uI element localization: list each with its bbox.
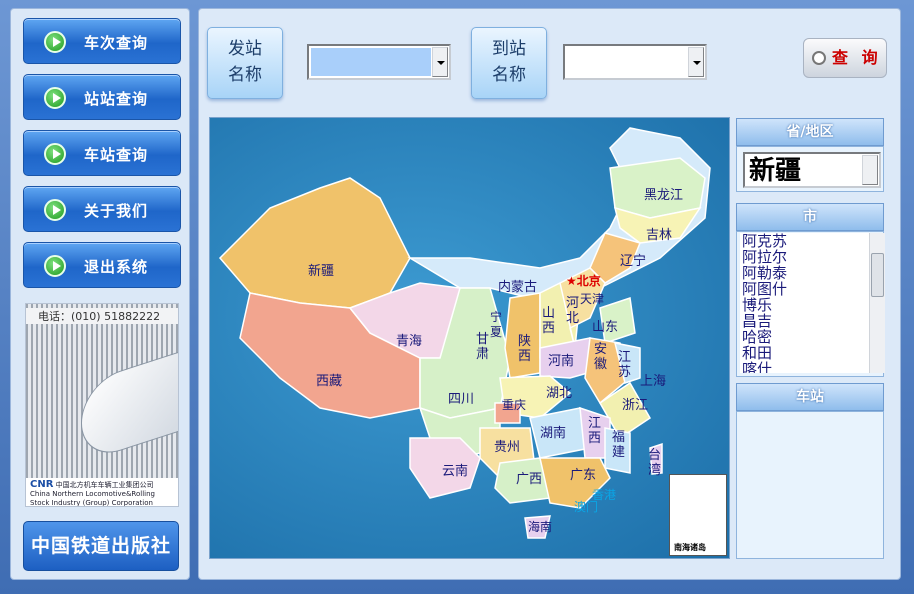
map-label-beijing[interactable]: ★北京	[566, 272, 601, 289]
from-station-label-button[interactable]: 发站 名称	[207, 27, 283, 99]
map-label-guangxi[interactable]: 广西	[516, 468, 542, 487]
map-label-macau[interactable]: 澳门	[574, 498, 598, 515]
south-china-sea-inset: 南海诸岛	[669, 474, 727, 556]
station-panel-header: 车站	[736, 383, 884, 411]
province-combo[interactable]: 新疆	[743, 152, 881, 188]
dropdown-arrow-icon[interactable]	[862, 155, 878, 185]
to-station-combo[interactable]	[563, 44, 707, 80]
map-label-jiangxi[interactable]: 江西	[588, 416, 602, 446]
map-label-hubei[interactable]: 湖北	[546, 382, 572, 401]
china-map[interactable]: 新疆 西藏 青海 内蒙古 黑龙江 吉林 辽宁 ★北京 天津 河北 宁夏 山西 山…	[209, 117, 730, 559]
map-label-fujian[interactable]: 福建	[612, 430, 626, 460]
map-label-anhui[interactable]: 安徽	[594, 342, 608, 372]
dropdown-arrow-icon[interactable]	[688, 47, 704, 77]
map-label-shaanxi[interactable]: 陕西	[518, 334, 532, 364]
play-icon	[44, 143, 66, 165]
nav-button-label: 退出系统	[84, 258, 149, 276]
play-icon	[44, 255, 66, 277]
city-list-item[interactable]: 和田	[740, 345, 885, 361]
from-station-combo[interactable]	[307, 44, 451, 80]
map-label-guizhou[interactable]: 贵州	[494, 436, 520, 455]
play-icon	[44, 199, 66, 221]
nav-about-button[interactable]: 关于我们	[23, 186, 181, 232]
poster-org-en: China Northern Locomotive&Rolling Stock …	[30, 490, 155, 507]
poster-org: 中国北方机车车辆工业集团公司	[55, 481, 154, 489]
city-list-item[interactable]: 喀什	[740, 361, 885, 373]
nav-button-label: 车次查询	[84, 34, 149, 52]
nav-exit-button[interactable]: 退出系统	[23, 242, 181, 288]
nav-train-query-button[interactable]: 车次查询	[23, 18, 181, 64]
map-label-guangdong[interactable]: 广东	[570, 464, 596, 483]
map-label-tianjin[interactable]: 天津	[580, 290, 604, 307]
map-label-taiwan[interactable]: 台湾	[648, 448, 662, 478]
map-label-neimenggu[interactable]: 内蒙古	[498, 276, 537, 295]
map-label-hunan[interactable]: 湖南	[540, 422, 566, 441]
query-label: 查 询	[832, 48, 882, 67]
map-label-yunnan[interactable]: 云南	[442, 460, 468, 479]
left-sidebar: 车次查询 站站查询 车站查询 关于我们 退出系统 电话：(010) 518822…	[10, 8, 190, 580]
map-label-hainan[interactable]: 海南	[528, 518, 552, 535]
to-label-line1: 到站	[492, 39, 526, 59]
app-window: 车次查询 站站查询 车站查询 关于我们 退出系统 电话：(010) 518822…	[0, 0, 914, 594]
train-graphic	[81, 344, 178, 464]
map-label-qinghai[interactable]: 青海	[396, 330, 422, 349]
map-label-henan[interactable]: 河南	[548, 350, 574, 369]
from-label-line2: 名称	[228, 65, 262, 85]
map-label-gansu[interactable]: 甘肃	[476, 332, 490, 362]
map-label-jiangsu[interactable]: 江苏	[618, 350, 632, 380]
nav-button-label: 车站查询	[84, 146, 149, 164]
map-label-zhejiang[interactable]: 浙江	[622, 394, 648, 413]
publisher-button[interactable]: 中国铁道出版社	[23, 521, 179, 571]
nav-station-query-button[interactable]: 车站查询	[23, 130, 181, 176]
map-label-ningxia[interactable]: 宁夏	[490, 310, 504, 340]
map-label-shanghai[interactable]: 上海	[640, 370, 666, 389]
nav-button-label: 关于我们	[84, 202, 149, 220]
map-label-heilongjiang[interactable]: 黑龙江	[644, 184, 683, 203]
city-list-scrollbar[interactable]	[869, 233, 885, 373]
play-icon	[44, 87, 66, 109]
region-panel-header: 省/地区	[736, 118, 884, 146]
city-list-item[interactable]: 阿拉尔	[740, 249, 885, 265]
train-poster-image: 电话：(010) 51882222 CNR 中国北方机车车辆工业集团公司 Chin…	[25, 303, 179, 507]
play-icon	[44, 31, 66, 53]
query-button[interactable]: 查 询	[803, 38, 887, 78]
city-list-item[interactable]: 阿勒泰	[740, 265, 885, 281]
city-list-item[interactable]: 阿图什	[740, 281, 885, 297]
map-label-xinjiang[interactable]: 新疆	[308, 260, 334, 279]
map-label-chongqing[interactable]: 重庆	[502, 396, 526, 413]
map-label-shanxi[interactable]: 山西	[542, 306, 556, 336]
map-label-hebei[interactable]: 河北	[566, 296, 580, 326]
inset-label: 南海诸岛	[674, 543, 706, 552]
city-list-item[interactable]: 博乐	[740, 297, 885, 313]
city-list-item[interactable]: 昌吉	[740, 313, 885, 329]
station-list[interactable]	[736, 411, 884, 559]
cnr-logo: CNR	[30, 479, 54, 490]
city-list[interactable]: 阿克苏 阿拉尔 阿勒泰 阿图什 博乐 昌吉 哈密 和田 喀什	[740, 233, 885, 373]
map-label-xizang[interactable]: 西藏	[316, 370, 342, 389]
from-label-line1: 发站	[228, 39, 262, 59]
dropdown-arrow-icon[interactable]	[432, 47, 448, 77]
main-panel: 发站 名称 到站 名称 查 询 新疆 西藏 青海 内蒙古 黑龙江 吉林 辽宁 ★…	[198, 8, 901, 580]
nav-station-to-station-button[interactable]: 站站查询	[23, 74, 181, 120]
clock-icon	[812, 51, 826, 65]
province-value: 新疆	[749, 156, 802, 186]
from-station-value	[311, 48, 431, 76]
to-station-value	[567, 48, 687, 76]
poster-phone: 电话：(010) 51882222	[26, 308, 178, 324]
city-list-item[interactable]: 阿克苏	[740, 233, 885, 249]
to-label-line2: 名称	[492, 65, 526, 85]
poster-footer: CNR 中国北方机车车辆工业集团公司 China Northern Locomot…	[26, 478, 178, 507]
to-station-label-button[interactable]: 到站 名称	[471, 27, 547, 99]
city-list-item[interactable]: 哈密	[740, 329, 885, 345]
nav-button-label: 站站查询	[84, 90, 149, 108]
map-label-liaoning[interactable]: 辽宁	[620, 250, 646, 269]
map-label-jilin[interactable]: 吉林	[646, 224, 672, 243]
scrollbar-thumb[interactable]	[871, 253, 884, 297]
city-panel-header: 市	[736, 203, 884, 231]
map-label-shandong[interactable]: 山东	[592, 316, 618, 335]
map-label-sichuan[interactable]: 四川	[448, 388, 474, 407]
